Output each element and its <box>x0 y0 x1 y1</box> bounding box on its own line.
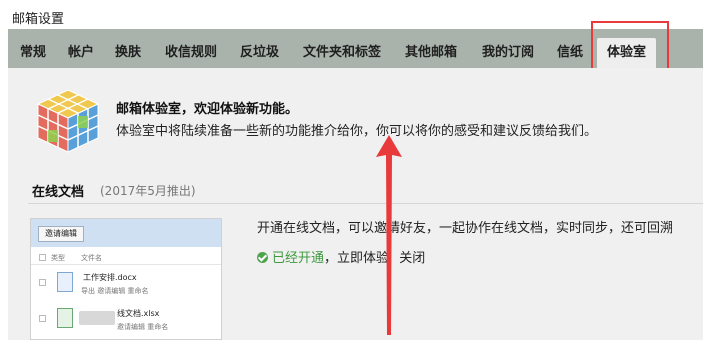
preview-header: 类型 文件名 <box>31 251 221 265</box>
feature-preview-image: 邀请编辑 类型 文件名 工作安排.docx 导出 邀请编辑 重命名 线文档.xl… <box>30 218 222 340</box>
tab-general[interactable]: 常规 <box>20 29 46 68</box>
preview-checkbox <box>39 315 46 322</box>
redacted-blur <box>79 311 115 325</box>
page-title: 邮箱设置 <box>12 12 65 27</box>
tab-account[interactable]: 帐户 <box>68 29 94 68</box>
tab-my-subscriptions[interactable]: 我的订阅 <box>482 29 534 68</box>
docx-file-icon <box>57 272 73 292</box>
preview-col-type: 类型 <box>51 254 65 262</box>
lab-description: 体验室中将陆续准备一些新的功能推介给你，你可以将你的感受和建议反馈给我们。 <box>116 124 598 139</box>
preview-file-actions: 导出 邀请编辑 重命名 <box>81 287 149 295</box>
tab-folders-tags[interactable]: 文件夹和标签 <box>303 29 381 68</box>
preview-col-name: 文件名 <box>81 254 102 262</box>
preview-checkbox <box>39 279 46 286</box>
tab-other-mailboxes[interactable]: 其他邮箱 <box>405 29 457 68</box>
xlsx-file-icon <box>57 308 73 328</box>
section-divider <box>28 203 703 204</box>
preview-file-name: 工作安排.docx <box>83 273 137 282</box>
tab-antispam[interactable]: 反垃圾 <box>240 29 279 68</box>
tab-stationery[interactable]: 信纸 <box>557 29 583 68</box>
feature-description: 开通在线文档，可以邀请好友，一起协作在线文档，实时同步，还可回溯 <box>257 221 674 236</box>
red-arrow-annotation <box>376 135 402 335</box>
tab-mail-rules[interactable]: 收信规则 <box>165 29 217 68</box>
lab-heading: 邮箱体验室，欢迎体验新功能。 <box>116 102 299 117</box>
status-separator: ， <box>324 251 338 266</box>
preview-checkbox <box>39 254 46 261</box>
rubiks-cube-icon <box>36 89 100 153</box>
feature-title: 在线文档 <box>32 185 85 200</box>
check-circle-icon <box>257 252 268 263</box>
preview-invite-button: 邀请编辑 <box>38 226 84 242</box>
status-enabled: 已经开通 <box>272 251 325 266</box>
feature-launch-date: (2017年5月推出) <box>100 184 196 198</box>
preview-file-row: 线文档.xlsx 邀请编辑 重命名 <box>31 303 221 337</box>
preview-file-name: 线文档.xlsx <box>117 309 160 318</box>
preview-file-row: 工作安排.docx 导出 邀请编辑 重命名 <box>31 267 221 301</box>
tab-skin[interactable]: 换肤 <box>115 29 141 68</box>
preview-toolbar: 邀请编辑 <box>31 219 221 247</box>
preview-file-actions: 邀请编辑 重命名 <box>117 323 169 331</box>
